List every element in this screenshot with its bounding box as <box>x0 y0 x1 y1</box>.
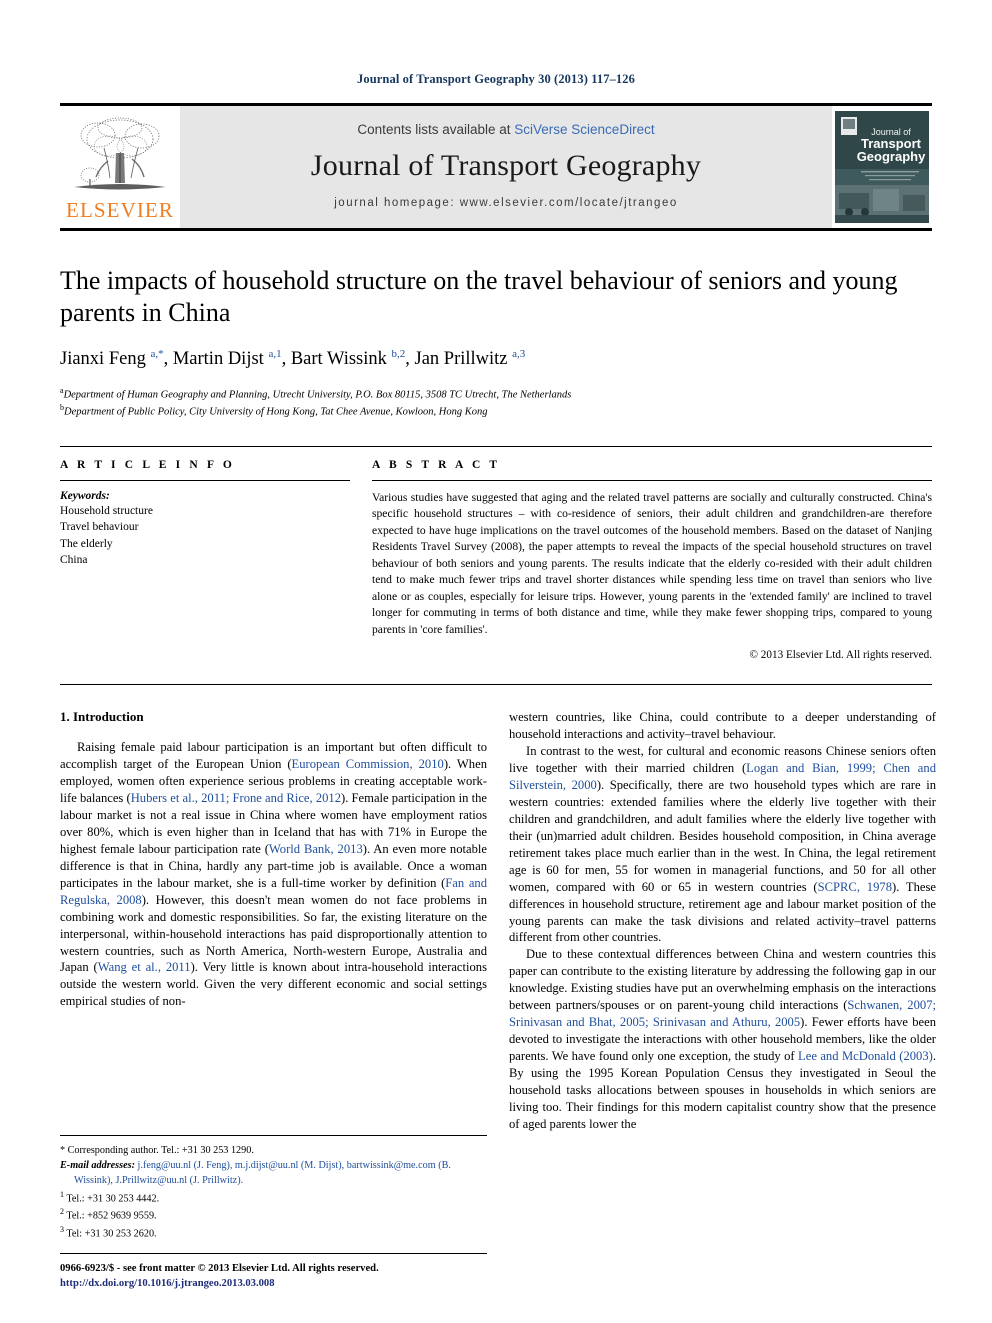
abstract-heading: A B S T R A C T <box>372 459 501 472</box>
keyword-item: Travel behaviour <box>60 521 139 534</box>
affiliation-a: aDepartment of Human Geography and Plann… <box>60 385 572 401</box>
paragraph: In contrast to the west, for cultural an… <box>509 744 937 945</box>
paper-page: Journal of Transport Geography 30 (2013)… <box>0 0 992 1323</box>
affiliation-b: bDepartment of Public Policy, City Unive… <box>60 403 488 418</box>
abstract-rule <box>372 480 932 482</box>
article-info-column: A R T I C L E I N F O Keywords: Househol… <box>60 459 350 672</box>
article-info-rule <box>60 480 350 482</box>
journal-masthead: ELSEVIER Contents lists available at Sci… <box>60 103 932 231</box>
footnote-1: 1 Tel.: +31 30 253 4442. <box>60 1189 160 1204</box>
keyword-item: China <box>60 554 88 567</box>
abstract-text: Various studies have suggested that agin… <box>372 491 932 636</box>
info-abstract-section: A R T I C L E I N F O Keywords: Househol… <box>60 446 932 672</box>
article-info-heading: A R T I C L E I N F O <box>60 459 235 472</box>
footnote-2-text: Tel.: +852 9639 9559. <box>66 1210 157 1222</box>
citation-link[interactable]: Wang et al., 2011 <box>98 960 191 974</box>
paragraph: Raising female paid labour participation… <box>60 740 488 1009</box>
citation-link[interactable]: SCPRC, 1978 <box>818 880 892 894</box>
citation-link[interactable]: World Bank, 2013 <box>269 842 363 856</box>
page-title: The impacts of household structure on th… <box>60 266 898 327</box>
running-head: Journal of Transport Geography 30 (2013)… <box>357 72 635 86</box>
publisher-logo-block: ELSEVIER <box>60 106 180 228</box>
footnotes-block: * Corresponding author. Tel.: +31 30 253… <box>60 1135 487 1241</box>
contents-prefix: Contents lists available at <box>357 121 515 137</box>
footnote-3: 3 Tel: +31 30 253 2620. <box>60 1224 157 1239</box>
citation-link[interactable]: European Commission, 2010 <box>292 757 444 771</box>
citation-link[interactable]: Logan and Bian, 1999; Chen and Silverste… <box>509 761 936 792</box>
citation-link[interactable]: Hubers et al., 2011; Frone and Rice, 201… <box>131 791 341 805</box>
body-columns: 1. Introduction Raising female paid labo… <box>60 709 936 1289</box>
footnote-2: 2 Tel.: +852 9639 9559. <box>60 1207 157 1222</box>
affiliation-a-text: Department of Human Geography and Planni… <box>63 389 572 401</box>
elsevier-tree-icon <box>74 117 166 190</box>
keyword-item: Household structure <box>60 505 153 518</box>
keywords-label: Keywords: <box>60 490 110 503</box>
elsevier-wordmark: ELSEVIER <box>66 198 174 222</box>
keyword-item: The elderly <box>60 537 113 550</box>
footnote-3-text: Tel: +31 30 253 2620. <box>66 1227 157 1239</box>
paragraph: Due to these contextual differences betw… <box>509 947 936 1131</box>
citation-link[interactable]: Schwanen, 2007; Srinivasan and Bhat, 200… <box>509 998 936 1029</box>
svg-text:Geography: Geography <box>857 149 926 164</box>
info-abstract-bottom-rule <box>60 684 932 686</box>
author-list: Jianxi Feng a,*, Martin Dijst a,1, Bart … <box>60 348 526 370</box>
footnote-corresponding-author: * Corresponding author. Tel.: +31 30 253… <box>60 1145 254 1157</box>
masthead-center: Contents lists available at SciVerse Sci… <box>180 106 832 228</box>
body-column-right: western countries, like China, could con… <box>509 709 936 1132</box>
citation-link[interactable]: Lee and McDonald (2003) <box>798 1049 933 1063</box>
contents-list-line: Contents lists available at SciVerse Sci… <box>357 122 654 137</box>
section-heading-introduction: 1. Introduction <box>60 709 144 725</box>
imprint-block: 0966-6923/$ - see front matter © 2013 El… <box>60 1253 487 1292</box>
abstract-column: A B S T R A C T Various studies have sug… <box>372 459 932 672</box>
abstract-copyright: © 2013 Elsevier Ltd. All rights reserved… <box>749 649 933 662</box>
journal-title: Journal of Transport Geography <box>310 148 702 182</box>
journal-cover-block: Journal of Transport Geography <box>832 106 932 228</box>
footnote-1-text: Tel.: +31 30 253 4442. <box>66 1192 160 1204</box>
doi-link[interactable]: http://dx.doi.org/10.1016/j.jtrangeo.201… <box>60 1277 487 1292</box>
footnote-emails: E-mail addresses: j.feng@uu.nl (J. Feng)… <box>60 1158 487 1188</box>
affiliation-b-text: Department of Public Policy, City Univer… <box>64 406 488 418</box>
citation-link[interactable]: Fan and Regulska, 2008 <box>60 876 487 907</box>
journal-homepage-link[interactable]: journal homepage: www.elsevier.com/locat… <box>334 197 677 209</box>
journal-cover-icon: Journal of Transport Geography <box>835 111 929 223</box>
paragraph: western countries, like China, could con… <box>509 710 936 742</box>
title-block: The impacts of household structure on th… <box>60 265 932 420</box>
body-column-left: 1. Introduction Raising female paid labo… <box>60 709 488 1289</box>
issn-copyright-line: 0966-6923/$ - see front matter © 2013 El… <box>60 1263 379 1275</box>
sciencedirect-link[interactable]: SciVerse ScienceDirect <box>514 122 654 137</box>
email-addresses-label: E-mail addresses: <box>60 1160 135 1172</box>
